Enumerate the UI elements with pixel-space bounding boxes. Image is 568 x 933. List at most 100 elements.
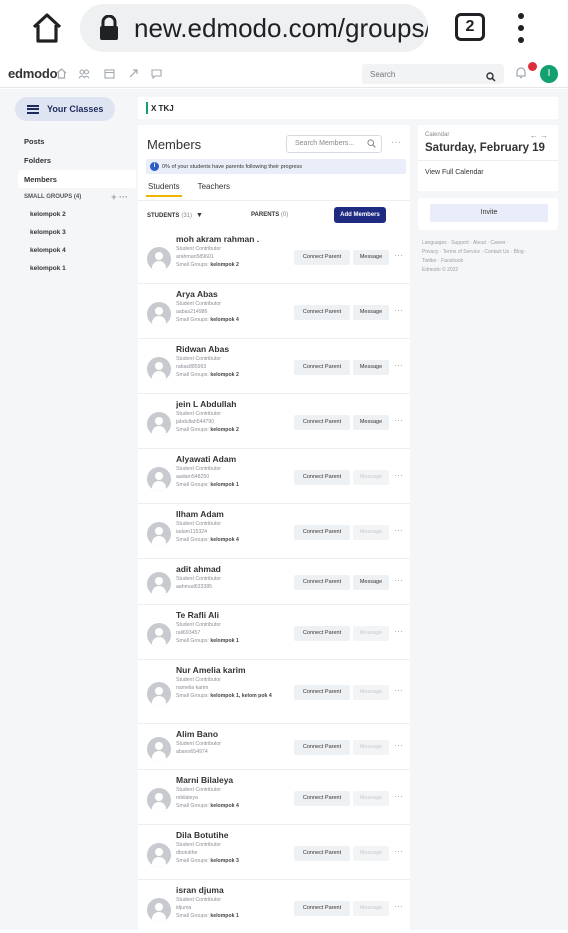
tab-teachers[interactable]: Teachers <box>196 182 232 197</box>
connect-parent-button[interactable]: Connect Parent <box>294 360 350 375</box>
small-groups-value[interactable]: kelompok 4 <box>210 803 239 809</box>
member-avatar[interactable] <box>147 788 171 812</box>
small-groups-value[interactable]: kelompok 2 <box>210 372 239 378</box>
connect-parent-button[interactable]: Connect Parent <box>294 470 350 485</box>
member-name[interactable]: Ilham Adam <box>176 509 286 519</box>
invite-button[interactable]: Invite <box>430 204 548 222</box>
connect-parent-button[interactable]: Connect Parent <box>294 846 350 861</box>
small-groups-value[interactable]: kelompok 1 <box>210 482 239 488</box>
member-more-options-icon[interactable]: ··· <box>394 525 403 535</box>
message-button[interactable]: Message <box>353 250 389 265</box>
member-avatar[interactable] <box>147 623 171 647</box>
member-more-options-icon[interactable]: ··· <box>394 846 403 856</box>
home-icon[interactable] <box>30 12 64 44</box>
member-more-options-icon[interactable]: ··· <box>394 685 403 695</box>
message-button[interactable]: Message <box>353 360 389 375</box>
member-avatar[interactable] <box>147 247 171 271</box>
small-groups-value[interactable]: kelompok 3 <box>210 858 239 864</box>
sidebar-item-folders[interactable]: Folders <box>18 151 136 169</box>
connect-parent-button[interactable]: Connect Parent <box>294 740 350 755</box>
parents-filter[interactable]: PARENTS (0) <box>251 212 288 218</box>
global-search[interactable] <box>362 64 504 85</box>
connect-parent-button[interactable]: Connect Parent <box>294 685 350 700</box>
member-name[interactable]: Arya Abas <box>176 289 286 299</box>
member-name[interactable]: Ridwan Abas <box>176 344 286 354</box>
small-groups-value[interactable]: kelompok 4 <box>210 317 239 323</box>
member-more-options-icon[interactable]: ··· <box>394 575 403 585</box>
member-name[interactable]: jein L Abdullah <box>176 399 286 409</box>
search-icon[interactable] <box>367 139 376 148</box>
footer-line[interactable]: Privacy · Terms of Service · Contact Us … <box>422 248 562 257</box>
member-name[interactable]: Alyawati Adam <box>176 454 286 464</box>
member-name[interactable]: Nur Amelia karim <box>176 665 286 675</box>
search-icon[interactable] <box>486 69 496 82</box>
member-avatar[interactable] <box>147 572 171 596</box>
connect-parent-button[interactable]: Connect Parent <box>294 305 350 320</box>
sidebar-group-item[interactable]: kelompok 1 <box>18 259 136 277</box>
home-nav-icon[interactable] <box>55 68 67 80</box>
member-more-options-icon[interactable]: ··· <box>394 791 403 801</box>
member-more-options-icon[interactable]: ··· <box>394 470 403 480</box>
member-avatar[interactable] <box>147 302 171 326</box>
member-more-options-icon[interactable]: ··· <box>394 305 403 315</box>
footer-line[interactable]: Languages · Support · About · Career · <box>422 239 562 248</box>
planner-nav-icon[interactable] <box>103 68 115 80</box>
sidebar-group-item[interactable]: kelompok 3 <box>18 223 136 241</box>
small-groups-value[interactable]: kelompok 4 <box>210 537 239 543</box>
member-name[interactable]: moh akram rahman . <box>176 234 286 244</box>
member-avatar[interactable] <box>147 737 171 761</box>
member-more-options-icon[interactable]: ··· <box>394 740 403 750</box>
member-avatar[interactable] <box>147 357 171 381</box>
discover-nav-icon[interactable] <box>127 68 139 80</box>
edmodo-logo[interactable]: edmodo <box>8 66 58 81</box>
member-name[interactable]: adit ahmad <box>176 564 286 574</box>
member-avatar[interactable] <box>147 843 171 867</box>
connect-parent-button[interactable]: Connect Parent <box>294 525 350 540</box>
view-full-calendar-link[interactable]: View Full Calendar <box>425 169 484 176</box>
member-name[interactable]: Alim Bano <box>176 729 286 739</box>
message-button[interactable]: Message <box>353 415 389 430</box>
sidebar-item-posts[interactable]: Posts <box>18 132 136 150</box>
sidebar-item-members[interactable]: Members <box>18 170 136 188</box>
tab-switcher-button[interactable]: 2 <box>455 13 485 41</box>
member-name[interactable]: isran djuma <box>176 885 286 895</box>
small-groups-value[interactable]: kelompok 2 <box>210 427 239 433</box>
member-name[interactable]: Marni Bilaleya <box>176 775 286 785</box>
small-groups-value[interactable]: kelompok 1, kelom pok 4 <box>210 693 271 699</box>
students-filter[interactable]: STUDENTS (31) ▼ <box>147 212 203 219</box>
member-avatar[interactable] <box>147 682 171 706</box>
member-name[interactable]: Te Rafli Ali <box>176 610 286 620</box>
member-more-options-icon[interactable]: ··· <box>394 250 403 260</box>
member-name[interactable]: Dila Botutihe <box>176 830 286 840</box>
message-button[interactable]: Message <box>353 575 389 590</box>
messages-nav-icon[interactable] <box>150 68 162 80</box>
member-more-options-icon[interactable]: ··· <box>394 415 403 425</box>
connect-parent-button[interactable]: Connect Parent <box>294 415 350 430</box>
connect-parent-button[interactable]: Connect Parent <box>294 626 350 641</box>
member-more-options-icon[interactable]: ··· <box>394 901 403 911</box>
sidebar-group-item[interactable]: kelompok 2 <box>18 205 136 223</box>
member-avatar[interactable] <box>147 412 171 436</box>
global-search-input[interactable] <box>362 64 472 85</box>
message-button[interactable]: Message <box>353 305 389 320</box>
more-options-icon[interactable]: ··· <box>391 137 401 148</box>
calendar-arrows[interactable]: ← → <box>530 131 548 140</box>
user-avatar[interactable]: I <box>540 65 558 83</box>
footer-line[interactable]: Twitter · Facebook <box>422 257 562 266</box>
search-members-input[interactable]: Search Members... <box>286 135 382 153</box>
small-groups-value[interactable]: kelompok 2 <box>210 262 239 268</box>
small-groups-actions[interactable]: + ··· <box>111 192 136 202</box>
member-more-options-icon[interactable]: ··· <box>394 626 403 636</box>
member-more-options-icon[interactable]: ··· <box>394 360 403 370</box>
connect-parent-button[interactable]: Connect Parent <box>294 250 350 265</box>
add-members-button[interactable]: Add Members <box>334 207 386 223</box>
classes-nav-icon[interactable] <box>78 68 90 80</box>
small-groups-value[interactable]: kelompok 1 <box>210 638 239 644</box>
notifications-bell-icon[interactable] <box>514 66 528 80</box>
tab-students[interactable]: Students <box>146 182 182 197</box>
small-groups-value[interactable]: kelompok 1 <box>210 913 239 919</box>
member-avatar[interactable] <box>147 467 171 491</box>
browser-menu-icon[interactable] <box>514 10 528 46</box>
your-classes-button[interactable]: Your Classes <box>15 97 115 121</box>
address-bar[interactable]: new.edmodo.com/groups/x-t <box>80 4 428 52</box>
